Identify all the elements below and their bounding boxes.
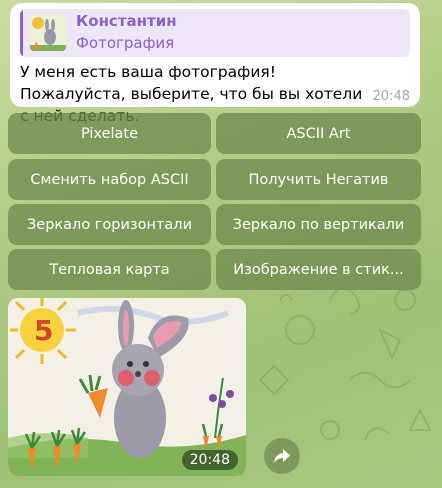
ascii-art-button[interactable]: ASCII Art xyxy=(216,113,421,154)
photo-time: 20:48 xyxy=(181,450,238,470)
get-negative-button[interactable]: Получить Негатив xyxy=(216,159,421,200)
image-to-sticker-button[interactable]: Изображение в стик... xyxy=(216,249,421,290)
mirror-vertical-button[interactable]: Зеркало по вертикали xyxy=(216,204,421,245)
message-time: 20:48 xyxy=(372,89,410,104)
share-button[interactable] xyxy=(264,438,300,474)
heatmap-button[interactable]: Тепловая карта xyxy=(8,249,211,290)
change-ascii-set-button[interactable]: Сменить набор ASCII xyxy=(8,159,211,200)
reply-photo-thumbnail xyxy=(30,15,66,51)
photo-message[interactable]: 5 20:48 xyxy=(8,298,246,476)
reply-subtitle: Фотография xyxy=(76,34,175,52)
bot-message-bubble: Константин Фотография У меня есть ваша ф… xyxy=(10,3,420,125)
reply-author: Константин xyxy=(76,12,177,30)
share-arrow-icon xyxy=(274,449,290,463)
pixelate-button[interactable]: Pixelate xyxy=(8,113,211,154)
mirror-horizontal-button[interactable]: Зеркало горизонтали xyxy=(8,204,211,245)
drawing-digit: 5 xyxy=(34,314,53,347)
reply-accent-bar xyxy=(20,9,23,57)
reply-preview[interactable]: Константин Фотография xyxy=(20,9,410,57)
